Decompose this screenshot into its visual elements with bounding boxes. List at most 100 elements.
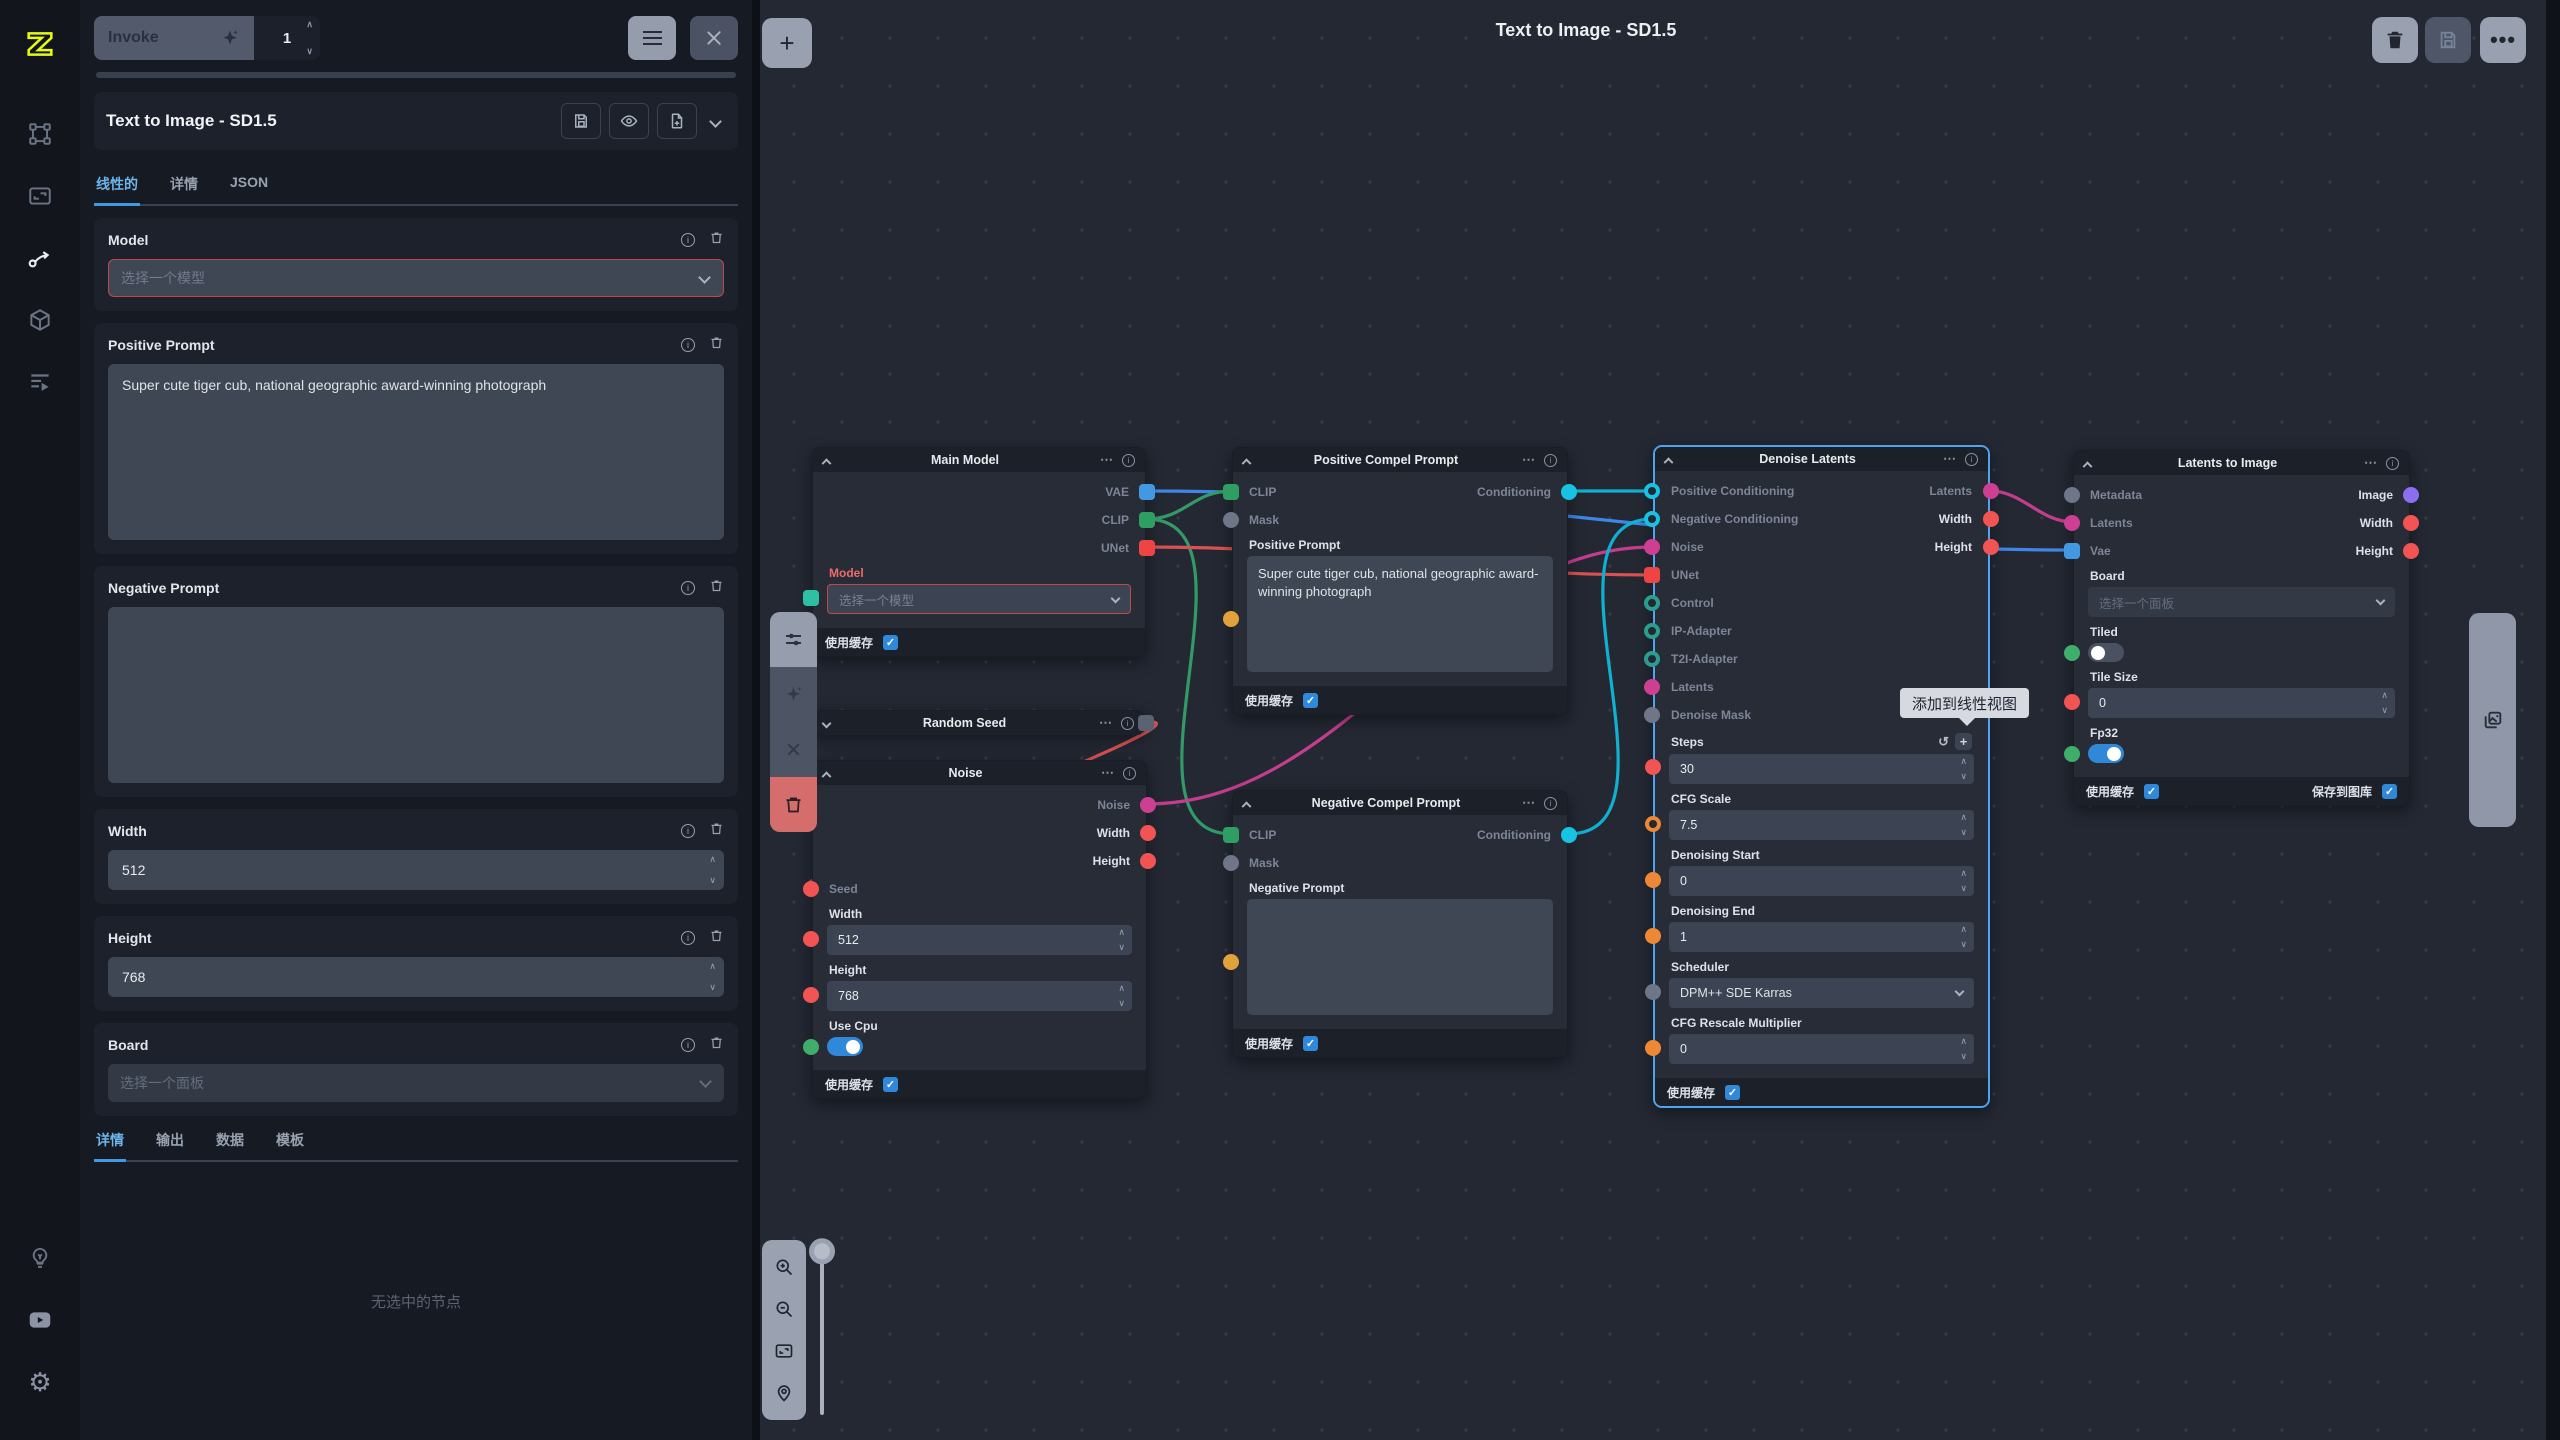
steps-input[interactable]: 30 ∧∨ <box>1669 754 1974 784</box>
inspector-tab-data[interactable]: 数据 <box>214 1122 246 1160</box>
tile-size-input[interactable]: 0 ∧∨ <box>2088 688 2395 718</box>
collapse-icon[interactable] <box>822 458 832 468</box>
use-cache-checkbox[interactable] <box>883 635 898 650</box>
tab-json[interactable]: JSON <box>228 166 270 204</box>
noise-output-handle[interactable] <box>1140 797 1156 813</box>
remove-field-icon[interactable] <box>709 1035 724 1055</box>
width-input-handle[interactable] <box>803 931 819 947</box>
queue-menu-button[interactable] <box>628 16 676 60</box>
use-cpu-input-handle[interactable] <box>803 1039 819 1055</box>
node-header[interactable]: Latents to Image ⋯ <box>2074 451 2409 475</box>
youtube-icon[interactable] <box>16 1296 64 1344</box>
steppers[interactable]: ∧∨ <box>1118 928 1125 952</box>
t2i-adapter-input-handle[interactable] <box>1644 651 1660 667</box>
info-icon[interactable] <box>681 931 695 945</box>
node-negative-compel-prompt[interactable]: Negative Compel Prompt ⋯ CLIP Conditioni… <box>1232 790 1568 1058</box>
info-icon[interactable] <box>681 824 695 838</box>
sidebar-item-workflows[interactable] <box>16 234 64 282</box>
width-input[interactable]: 512 ∧∨ <box>108 850 724 890</box>
queue-count-steppers[interactable]: ∧∨ <box>306 20 313 56</box>
cfg-rescale-input[interactable]: 0 ∧∨ <box>1669 1034 1974 1064</box>
info-icon[interactable] <box>681 233 695 247</box>
node-header[interactable]: Main Model ⋯ <box>813 448 1145 472</box>
denoising-end-input-handle[interactable] <box>1645 928 1661 944</box>
info-icon[interactable] <box>1123 767 1136 780</box>
collapse-icon[interactable] <box>1664 457 1674 467</box>
mask-input-handle[interactable] <box>1223 512 1239 528</box>
add-to-linear-view-button[interactable]: + <box>1955 733 1972 750</box>
positive-prompt-textarea[interactable]: Super cute tiger cub, national geographi… <box>108 364 724 540</box>
node-menu-icon[interactable]: ⋯ <box>1943 456 1957 463</box>
height-input[interactable]: 768 ∧∨ <box>108 957 724 997</box>
zoom-in-button[interactable] <box>762 1246 806 1288</box>
workflow-settings-button[interactable] <box>770 612 817 667</box>
node-latents-to-image[interactable]: Latents to Image ⋯ Metadata Image Latent… <box>2073 450 2410 806</box>
zoom-slider[interactable] <box>820 1250 824 1415</box>
info-icon[interactable] <box>1965 453 1978 466</box>
workflow-more-menu-button[interactable]: ••• <box>2480 17 2526 63</box>
zoom-out-button[interactable] <box>762 1288 806 1330</box>
steppers[interactable]: ∧∨ <box>1960 813 1967 837</box>
cancel-queue-item-button[interactable] <box>770 722 817 777</box>
node-menu-icon[interactable]: ⋯ <box>1101 770 1115 777</box>
tiled-toggle[interactable] <box>2088 643 2124 662</box>
info-icon[interactable] <box>1544 454 1557 467</box>
sidebar-item-queue[interactable] <box>16 358 64 406</box>
collapse-icon[interactable] <box>1242 458 1252 468</box>
remove-field-icon[interactable] <box>709 230 724 250</box>
board-select[interactable]: 选择一个面板 <box>2088 587 2395 617</box>
info-icon[interactable] <box>1544 797 1557 810</box>
steps-input-handle[interactable] <box>1645 759 1661 775</box>
clear-workflow-button[interactable] <box>2372 17 2418 63</box>
mask-input-handle[interactable] <box>1223 855 1239 871</box>
collapse-icon[interactable] <box>822 771 832 781</box>
info-icon[interactable] <box>681 1038 695 1052</box>
model-select[interactable]: 选择一个模型 <box>827 584 1131 614</box>
prompt-input-handle[interactable] <box>1223 611 1239 627</box>
add-node-button[interactable]: + <box>762 18 812 68</box>
node-menu-icon[interactable]: ⋯ <box>1522 457 1536 464</box>
settings-gear-icon[interactable]: ⚙ <box>16 1358 64 1406</box>
cancel-button[interactable] <box>690 16 738 60</box>
node-header[interactable]: Noise ⋯ <box>813 761 1146 785</box>
width-output-handle[interactable] <box>2403 515 2419 531</box>
remove-field-icon[interactable] <box>709 335 724 355</box>
steppers[interactable]: ∧∨ <box>2381 691 2388 715</box>
info-icon[interactable] <box>2386 457 2399 470</box>
hotkeys-tips-icon[interactable] <box>16 1234 64 1282</box>
node-positive-compel-prompt[interactable]: Positive Compel Prompt ⋯ CLIP Conditioni… <box>1232 447 1568 715</box>
node-header[interactable]: Denoise Latents ⋯ <box>1655 447 1988 471</box>
negative-prompt-textarea[interactable] <box>108 607 724 783</box>
info-icon[interactable] <box>681 581 695 595</box>
vae-input-handle[interactable] <box>2064 543 2080 559</box>
clip-input-handle[interactable] <box>1223 484 1239 500</box>
use-cache-checkbox[interactable] <box>1303 1036 1318 1051</box>
steppers[interactable]: ∧∨ <box>1960 757 1967 781</box>
tile-size-input-handle[interactable] <box>2064 694 2080 710</box>
height-output-handle[interactable] <box>1983 539 1999 555</box>
steppers[interactable]: ∧∨ <box>1118 984 1125 1008</box>
use-cache-checkbox[interactable] <box>1725 1085 1740 1100</box>
new-workflow-button[interactable] <box>657 103 697 139</box>
fp32-toggle[interactable] <box>2088 744 2124 763</box>
node-menu-icon[interactable]: ⋯ <box>1100 457 1114 464</box>
scheduler-input-handle[interactable] <box>1645 984 1661 1000</box>
value-output-handle[interactable] <box>1138 715 1154 731</box>
node-menu-icon[interactable]: ⋯ <box>1522 800 1536 807</box>
info-icon[interactable] <box>1121 717 1134 730</box>
view-workflow-button[interactable] <box>609 103 649 139</box>
tiled-input-handle[interactable] <box>2064 645 2080 661</box>
control-input-handle[interactable] <box>1644 595 1660 611</box>
image-output-handle[interactable] <box>2403 487 2419 503</box>
queue-count-input[interactable]: 1 ∧∨ <box>254 16 320 60</box>
unet-output-handle[interactable] <box>1139 540 1155 556</box>
node-header[interactable]: Negative Compel Prompt ⋯ <box>1233 791 1567 815</box>
height-output-handle[interactable] <box>2403 543 2419 559</box>
steppers[interactable]: ∧∨ <box>1960 869 1967 893</box>
height-output-handle[interactable] <box>1140 853 1156 869</box>
clip-output-handle[interactable] <box>1139 512 1155 528</box>
tab-linear[interactable]: 线性的 <box>94 166 140 204</box>
unet-input-handle[interactable] <box>1644 567 1660 583</box>
node-editor-canvas[interactable]: Text to Image - SD1.5 + ••• <box>760 0 2546 1440</box>
scheduler-select[interactable]: DPM++ SDE Karras <box>1669 978 1974 1008</box>
